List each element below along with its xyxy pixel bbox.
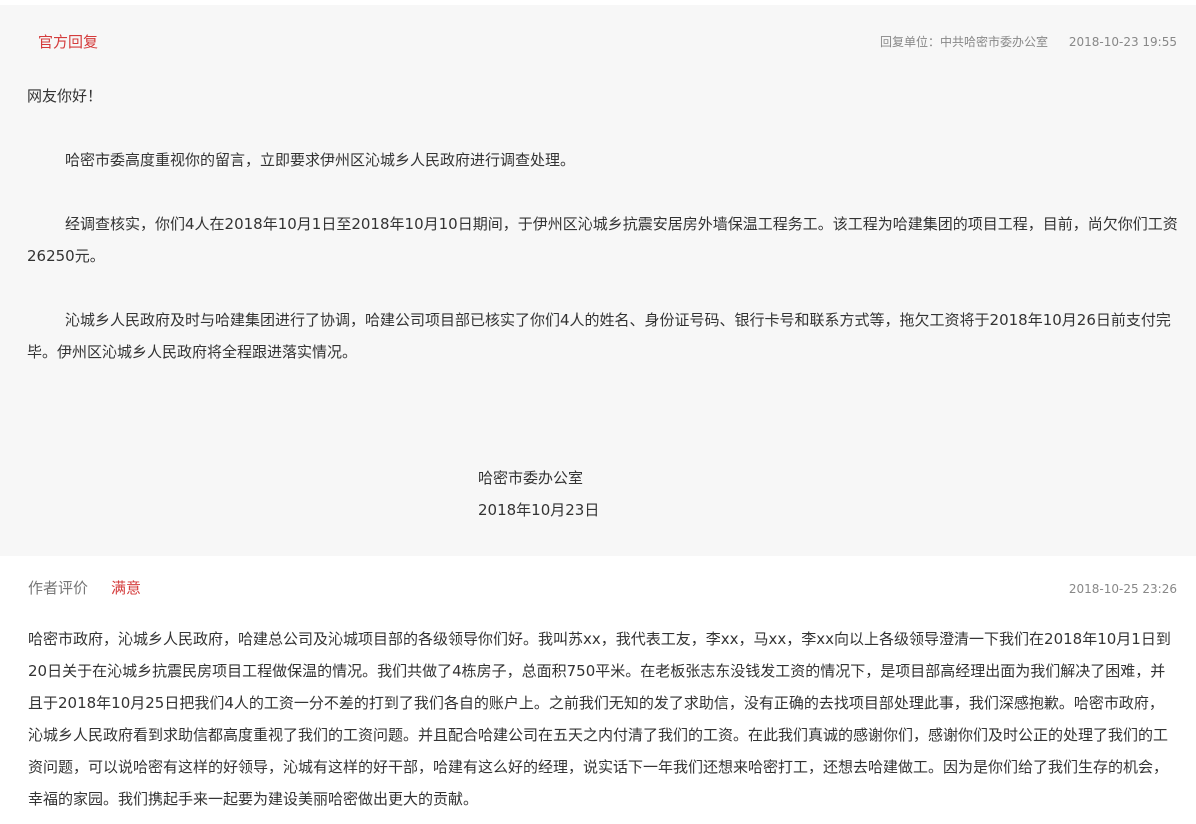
official-reply-section: 官方回复 回复单位：中共哈密市委办公室 2018-10-23 19:55 网友你… <box>0 5 1196 556</box>
evaluation-text: 哈密市政府，沁城乡人民政府，哈建总公司及沁城项目部的各级领导你们好。我叫苏xx，… <box>28 630 1171 808</box>
reply-time: 2018-10-23 19:55 <box>1068 35 1177 49</box>
page: 官方回复 回复单位：中共哈密市委办公室 2018-10-23 19:55 网友你… <box>0 0 1196 824</box>
reply-unit: 回复单位：中共哈密市委办公室 <box>880 35 1049 49</box>
evaluation-label: 作者评价 <box>28 579 89 597</box>
evaluation-result: 满意 <box>111 579 142 597</box>
official-reply-tag: 官方回复 <box>38 33 99 51</box>
signature-date: 2018年10月23日 <box>478 501 600 519</box>
reply-paragraph: 哈密市委高度重视你的留言，立即要求伊州区沁城乡人民政府进行调查处理。 <box>65 151 576 169</box>
author-evaluation-section: 作者评价 满意 2018-10-25 23:26 哈密市政府，沁城乡人民政府，哈… <box>0 556 1196 824</box>
reply-meta: 回复单位：中共哈密市委办公室 2018-10-23 19:55 <box>880 34 1177 50</box>
reply-paragraph: 沁城乡人民政府及时与哈建集团进行了协调，哈建公司项目部已核实了你们4人的姓名、身… <box>27 311 1171 361</box>
reply-paragraph: 经调查核实，你们4人在2018年10月1日至2018年10月10日期间，于伊州区… <box>27 215 1178 265</box>
signature-org: 哈密市委办公室 <box>478 469 584 487</box>
reply-greeting: 网友你好！ <box>27 87 103 105</box>
reply-body: 网友你好！ 哈密市委高度重视你的留言，立即要求伊州区沁城乡人民政府进行调查处理。… <box>27 80 1179 368</box>
evaluation-time: 2018-10-25 23:26 <box>1068 582 1177 596</box>
reply-signature: 哈密市委办公室 2018年10月23日 <box>478 462 599 526</box>
